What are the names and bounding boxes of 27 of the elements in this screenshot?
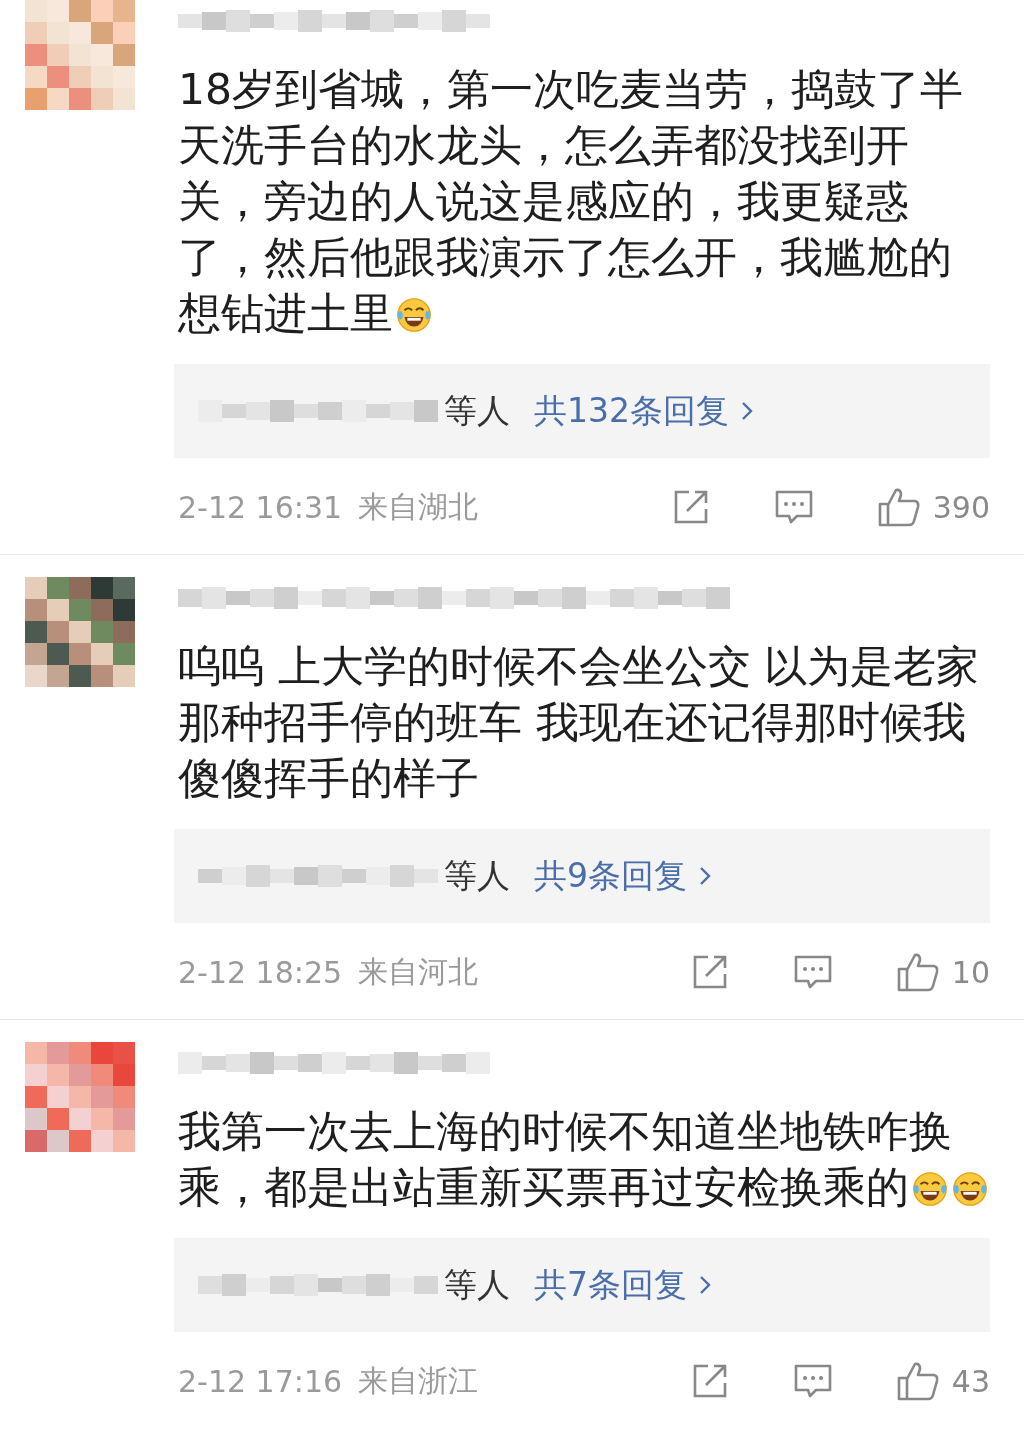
like-icon[interactable] [895,951,940,993]
chevron-right-icon [741,401,753,421]
comment-location: 来自湖北 [358,487,479,526]
view-replies-link[interactable]: 共7条回复 [534,1262,711,1308]
like-icon[interactable] [876,486,921,528]
comment-location: 来自河北 [358,952,479,991]
view-replies-link[interactable]: 共9条回复 [534,853,711,899]
comment-time: 2-12 17:16 [178,1363,343,1399]
laughing-emoji-icon [951,1170,989,1208]
laughing-emoji-icon [911,1170,949,1208]
replies-label: 等人 [444,1263,510,1306]
comment-text: 我第一次去上海的时候不知道坐地铁咋换乘，都是出站重新买票再过安检换乘的 [178,1104,990,1216]
comment-time: 2-12 16:31 [178,489,343,525]
comment-time: 2-12 18:25 [178,954,343,990]
replies-label: 等人 [444,389,510,432]
comment-text: 呜呜 上大学的时候不会坐公交 以为是老家那种招手停的班车 我现在还记得那时候我傻傻挥手的样子 [178,641,981,805]
like-count: 390 [932,489,990,525]
chevron-right-icon [699,866,711,886]
comment-text: 18岁到省城，第一次吃麦当劳，捣鼓了半天洗手台的水龙头，怎么弄都没找到开关，旁边的人说这是感应的，我更疑惑了，然后他跟我演示了怎么开，我尴尬的想钻进土里 [178,64,965,340]
view-replies-link[interactable]: 共132条回复 [534,388,753,434]
comment-location: 来自浙江 [358,1361,479,1400]
chevron-right-icon [699,1275,711,1295]
like-icon[interactable] [895,1360,940,1402]
laughing-emoji-icon [395,296,433,334]
replies-label: 等人 [444,854,510,897]
like-count: 43 [951,1363,990,1399]
like-count: 10 [951,954,990,990]
